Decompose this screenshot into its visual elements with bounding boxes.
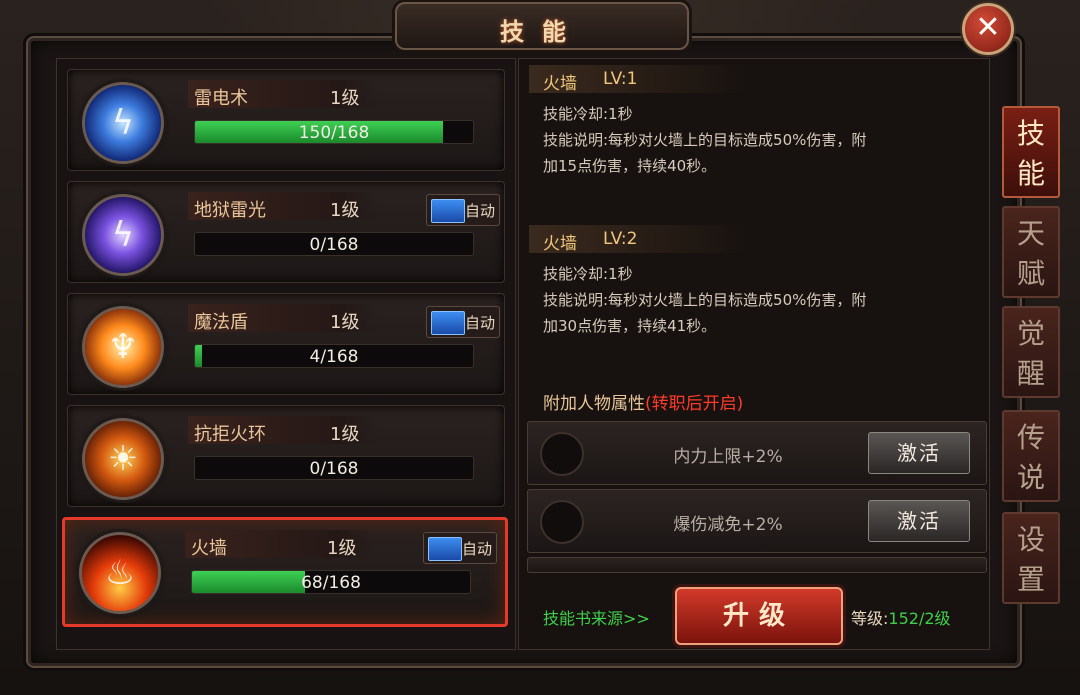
upgrade-button[interactable]: 升级 <box>675 587 843 645</box>
skill-progress-text: 0/168 <box>309 459 359 479</box>
tab-awaken[interactable]: 觉醒 <box>1002 306 1060 398</box>
fire-ring-skill-icon: ☀ <box>82 418 164 500</box>
checkbox-icon <box>428 537 462 561</box>
activate-button[interactable]: 激活 <box>868 432 970 474</box>
skill-level: 1级 <box>330 88 360 109</box>
close-icon: ✕ <box>975 10 1001 45</box>
skill-progress-bar: 0/168 <box>194 232 474 256</box>
skill-progress-text: 150/168 <box>298 123 370 143</box>
tab-legend[interactable]: 传说 <box>1002 410 1060 502</box>
skill-name: 雷电术 <box>194 88 248 109</box>
detail-level: LV:2 <box>603 229 638 249</box>
tab-skill[interactable]: 技能 <box>1002 106 1060 198</box>
lightning-skill-icon: ϟ <box>82 82 164 164</box>
skill-book-source-link[interactable]: 技能书来源>> <box>543 605 650 629</box>
skill-progress-bar: 0/168 <box>194 456 474 480</box>
auto-toggle[interactable]: 自动 <box>426 306 500 338</box>
skill-item-fire-ring[interactable]: ☀ 抗拒火环 1级 0/168 <box>67 405 505 507</box>
skill-description: 技能冷却:1秒 技能说明:每秒对火墙上的目标造成50%伤害，附 加30点伤害，持… <box>543 265 867 335</box>
skill-name: 魔法盾 <box>194 312 248 333</box>
fire-wall-skill-icon: ♨ <box>79 532 161 614</box>
attribute-slot-icon <box>540 432 584 476</box>
skill-progress-bar: 150/168 <box>194 120 474 144</box>
attribute-row-partial <box>527 557 987 573</box>
skill-level: 1级 <box>330 312 360 333</box>
skill-progress-bar: 4/168 <box>194 344 474 368</box>
checkbox-icon <box>431 311 465 335</box>
skill-detail-panel: 火墙 LV:1 技能冷却:1秒 技能说明:每秒对火墙上的目标造成50%伤害，附 … <box>518 58 990 650</box>
magic-shield-skill-icon: ♆ <box>82 306 164 388</box>
auto-label: 自动 <box>465 314 496 332</box>
detail-skill-name: 火墙 <box>543 234 577 254</box>
skill-progress-text: 68/168 <box>301 573 361 593</box>
skill-level: 1级 <box>330 424 360 445</box>
attribute-title: 附加人物属性(转职后开启) <box>543 394 744 414</box>
skill-name: 地狱雷光 <box>194 200 266 221</box>
skill-progress-text: 4/168 <box>309 347 359 367</box>
grade-value: 152/2级 <box>888 609 951 628</box>
attribute-text: 内力上限+2% <box>673 447 783 467</box>
skill-item-fire-wall[interactable]: ♨ 火墙 1级 自动 68/168 <box>62 517 508 627</box>
skill-name: 火墙 <box>191 538 227 559</box>
attribute-slot-icon <box>540 500 584 544</box>
window-title: 技能 <box>500 18 584 46</box>
skill-list: ϟ 雷电术 1级 150/168 ϟ 地狱雷光 1级 自动 0/168 ♆ 魔法… <box>56 58 516 650</box>
grade-display: 等级:152/2级 <box>851 609 951 628</box>
hell-thunder-skill-icon: ϟ <box>82 194 164 276</box>
detail-level: LV:1 <box>603 69 638 89</box>
attribute-note: (转职后开启) <box>645 394 744 414</box>
title-plate: 技能 <box>395 2 689 50</box>
detail-skill-name: 火墙 <box>543 74 577 94</box>
skill-item-lightning[interactable]: ϟ 雷电术 1级 150/168 <box>67 69 505 171</box>
auto-label: 自动 <box>462 540 493 558</box>
skill-progress-bar: 68/168 <box>191 570 471 594</box>
attribute-row: 内力上限+2% 激活 <box>527 421 987 485</box>
attribute-text: 爆伤减免+2% <box>673 515 783 535</box>
skill-level: 1级 <box>327 538 357 559</box>
attribute-row: 爆伤减免+2% 激活 <box>527 489 987 553</box>
skill-item-hell-thunder[interactable]: ϟ 地狱雷光 1级 自动 0/168 <box>67 181 505 283</box>
activate-button[interactable]: 激活 <box>868 500 970 542</box>
skill-name: 抗拒火环 <box>194 424 266 445</box>
auto-label: 自动 <box>465 202 496 220</box>
skill-progress-text: 0/168 <box>309 235 359 255</box>
auto-toggle[interactable]: 自动 <box>423 532 497 564</box>
skill-item-magic-shield[interactable]: ♆ 魔法盾 1级 自动 4/168 <box>67 293 505 395</box>
tab-settings[interactable]: 设置 <box>1002 512 1060 604</box>
auto-toggle[interactable]: 自动 <box>426 194 500 226</box>
skill-level: 1级 <box>330 200 360 221</box>
skill-description: 技能冷却:1秒 技能说明:每秒对火墙上的目标造成50%伤害，附 加15点伤害，持… <box>543 105 867 175</box>
tab-talent[interactable]: 天赋 <box>1002 206 1060 298</box>
close-button[interactable]: ✕ <box>962 3 1014 55</box>
checkbox-icon <box>431 199 465 223</box>
